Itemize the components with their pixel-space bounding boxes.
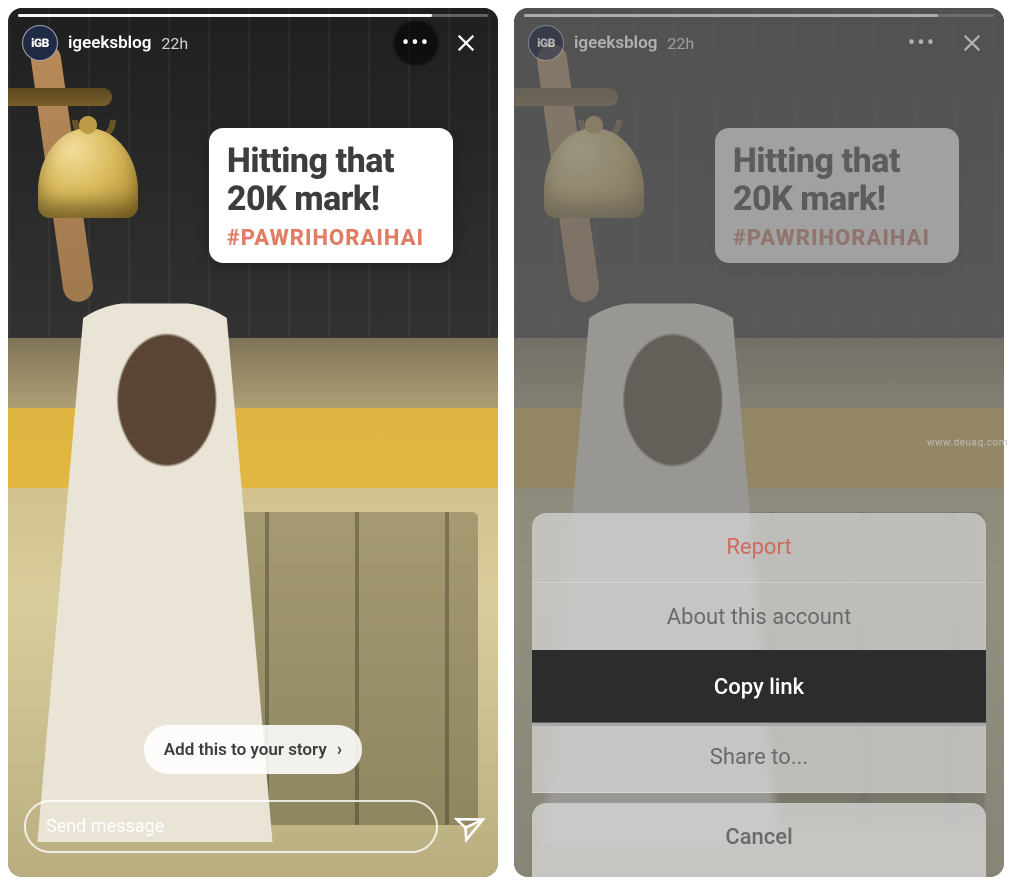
timestamp: 22h xyxy=(161,34,188,53)
headline-line-1: Hitting that xyxy=(227,142,435,180)
action-sheet: Report About this account Copy link Shar… xyxy=(532,513,986,877)
story-header: iGB igeeksblog 22h ••• xyxy=(514,8,1004,72)
username[interactable]: igeeksblog xyxy=(68,33,151,53)
action-report[interactable]: Report xyxy=(532,513,986,583)
headline-line-1: Hitting that xyxy=(733,142,941,180)
timestamp: 22h xyxy=(667,34,694,53)
hashtag-sticker[interactable]: #PAWRIHORAIHAI xyxy=(227,226,435,251)
action-share-to[interactable]: Share to... xyxy=(532,723,986,793)
more-options-button[interactable]: ••• xyxy=(900,21,944,65)
story-progress-bar xyxy=(18,14,488,17)
send-message-input[interactable]: Send message xyxy=(24,800,438,853)
more-options-button[interactable]: ••• xyxy=(394,21,438,65)
hashtag-sticker: #PAWRIHORAIHAI xyxy=(733,226,941,251)
close-button[interactable] xyxy=(954,25,990,61)
avatar[interactable]: iGB xyxy=(22,25,58,61)
left-screenshot: Hitting that 20K mark! #PAWRIHORAIHAI iG… xyxy=(8,8,498,877)
action-cancel[interactable]: Cancel xyxy=(532,803,986,877)
action-copy-link[interactable]: Copy link xyxy=(532,653,986,723)
headline-line-2: 20K mark! xyxy=(733,180,941,218)
close-button[interactable] xyxy=(448,25,484,61)
story-progress-bar xyxy=(524,14,994,17)
add-to-story-label: Add this to your story xyxy=(164,740,327,760)
story-header: iGB igeeksblog 22h ••• xyxy=(8,8,498,72)
add-to-story-button[interactable]: Add this to your story › xyxy=(144,725,362,774)
story-text-sticker: Hitting that 20K mark! #PAWRIHORAIHAI xyxy=(715,128,959,263)
paper-plane-icon xyxy=(448,807,486,845)
close-icon xyxy=(961,32,983,54)
avatar[interactable]: iGB xyxy=(528,25,564,61)
close-icon xyxy=(455,32,477,54)
username[interactable]: igeeksblog xyxy=(574,33,657,53)
story-text-sticker: Hitting that 20K mark! #PAWRIHORAIHAI xyxy=(209,128,453,263)
send-button[interactable] xyxy=(452,812,482,842)
story-footer: Add this to your story › Send message xyxy=(8,707,498,877)
action-about-account[interactable]: About this account xyxy=(532,583,986,653)
chevron-right-icon: › xyxy=(337,739,342,760)
headline-line-2: 20K mark! xyxy=(227,180,435,218)
watermark: www.deuaq.com xyxy=(927,437,1008,448)
